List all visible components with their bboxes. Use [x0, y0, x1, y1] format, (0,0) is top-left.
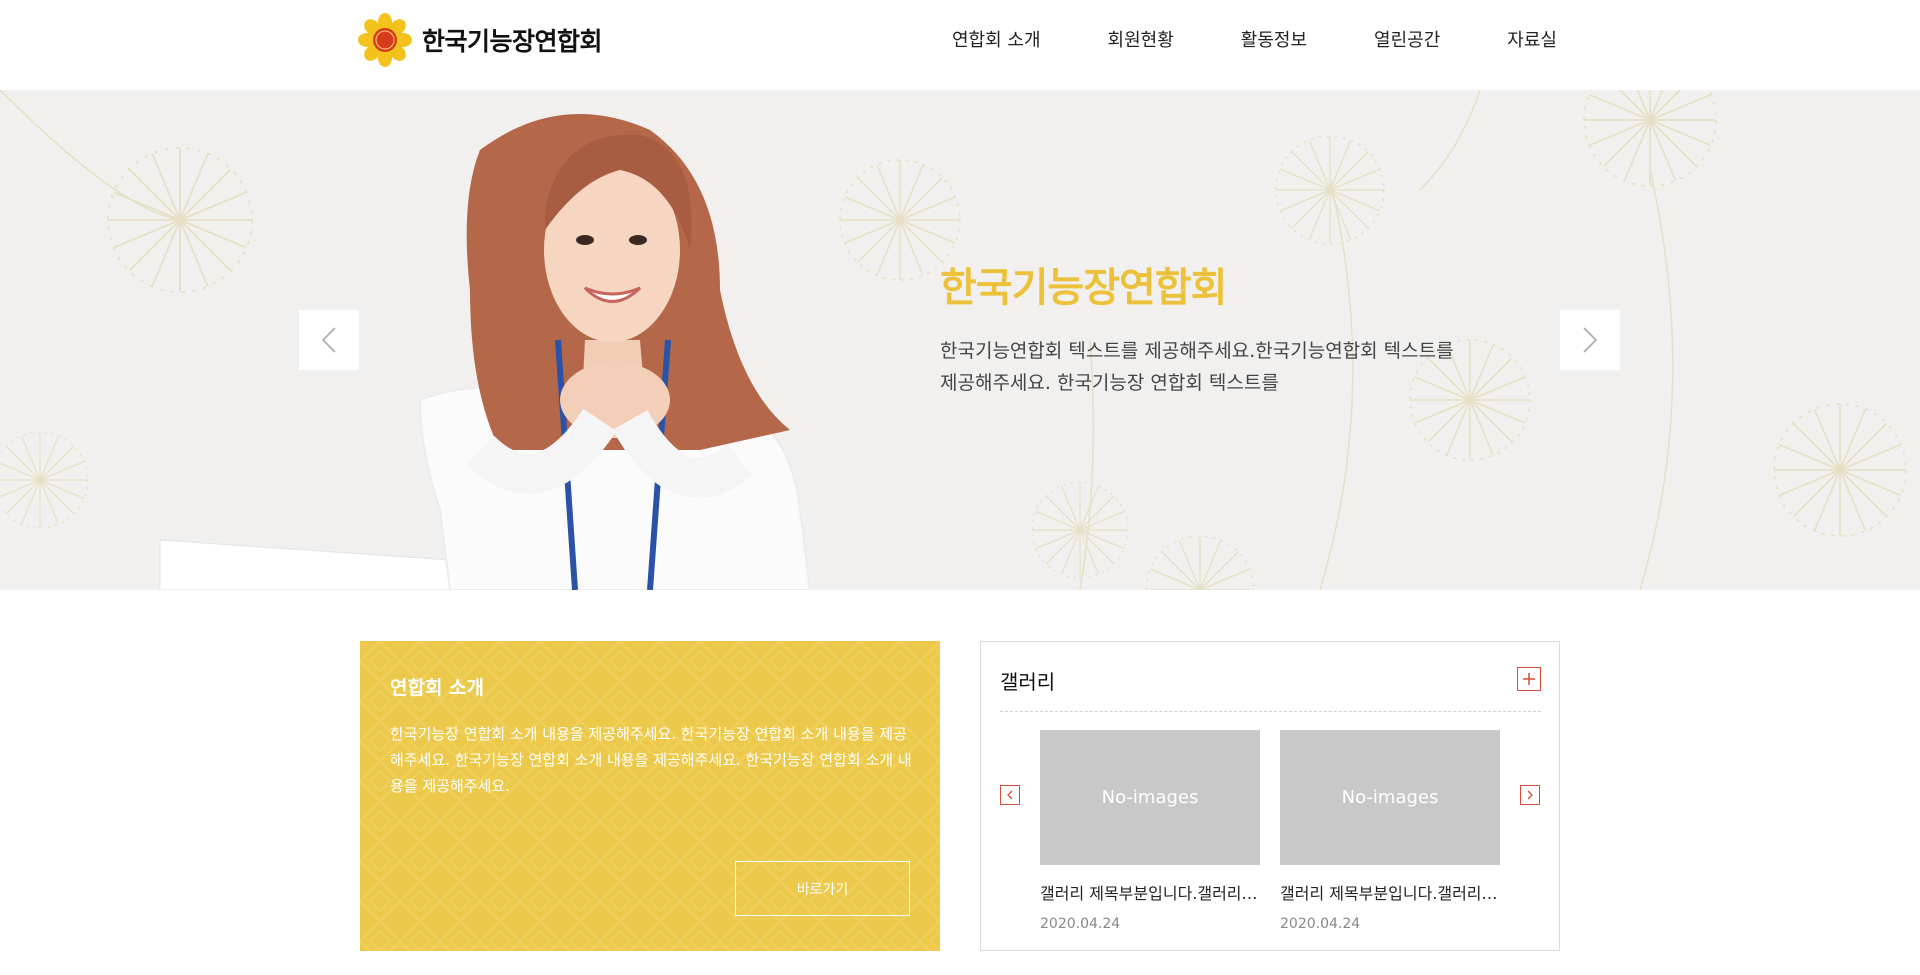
nav-item-archive[interactable]: 자료실: [1507, 26, 1557, 52]
gallery-item-title: 갤러리 제목부분입니다.갤러리 제목부분입니다.: [1040, 884, 1260, 903]
site-header: 한국기능장연합회 연합회 소개 회원현황 활동정보 열린공간 자료실: [0, 0, 1920, 90]
association-emblem-icon: [358, 13, 412, 67]
hero-title: 한국기능장연합회: [940, 265, 1227, 311]
gallery-prev-button[interactable]: [1000, 785, 1020, 805]
hero-prev-button[interactable]: [299, 310, 359, 370]
main-navigation: 연합회 소개 회원현황 활동정보 열린공간 자료실: [952, 26, 1557, 52]
gallery-title: 갤러리: [1000, 670, 1056, 694]
hero-banner: 한국기능장연합회 한국기능연합회 텍스트를 제공해주세요.한국기능연합회 텍스트…: [0, 90, 1920, 590]
hero-next-button[interactable]: [1560, 310, 1620, 370]
gallery-more-button[interactable]: [1517, 667, 1541, 691]
gallery-item-date: 2020.04.24: [1280, 916, 1361, 932]
gallery-panel: 갤러리 No-images 갤러리 제목부분입니다.갤러리 제목부분입니다. 2…: [980, 641, 1560, 951]
gallery-header: 갤러리: [1000, 642, 1541, 712]
intro-go-button[interactable]: 바로가기: [735, 861, 910, 916]
gallery-item-title: 갤러리 제목부분입니다.갤러리 제목부분입니다.: [1280, 884, 1500, 903]
gallery-item[interactable]: No-images 갤러리 제목부분입니다.갤러리 제목부분입니다. 2020.…: [1280, 730, 1500, 932]
gallery-thumbnail: No-images: [1280, 730, 1500, 865]
chevron-left-icon: [1007, 790, 1013, 800]
gallery-thumbnail: No-images: [1040, 730, 1260, 865]
nav-item-activities[interactable]: 활동정보: [1241, 26, 1307, 52]
gallery-item[interactable]: No-images 갤러리 제목부분입니다.갤러리 제목부분입니다. 2020.…: [1040, 730, 1260, 932]
association-intro-box: 연합회 소개 한국기능장 연합회 소개 내용을 제공해주세요. 한국기능장 연합…: [360, 641, 940, 951]
intro-description: 한국기능장 연합회 소개 내용을 제공해주세요. 한국기능장 연합회 소개 내용…: [390, 725, 912, 795]
gallery-item-date: 2020.04.24: [1040, 916, 1121, 932]
plus-icon: [1523, 673, 1535, 685]
site-logo[interactable]: 한국기능장연합회: [358, 12, 603, 68]
hero-description: 한국기능연합회 텍스트를 제공해주세요.한국기능연합회 텍스트를 제공해주세요.…: [940, 340, 1454, 394]
logo-text: 한국기능장연합회: [422, 27, 603, 56]
gallery-next-button[interactable]: [1520, 785, 1540, 805]
chevron-right-icon: [1527, 790, 1533, 800]
nav-item-members[interactable]: 회원현황: [1108, 26, 1174, 52]
nav-item-open-space[interactable]: 열린공간: [1374, 26, 1440, 52]
nav-item-about[interactable]: 연합회 소개: [952, 26, 1041, 52]
intro-title: 연합회 소개: [390, 677, 485, 699]
chevron-right-icon: [1583, 327, 1598, 353]
chevron-left-icon: [321, 327, 336, 353]
